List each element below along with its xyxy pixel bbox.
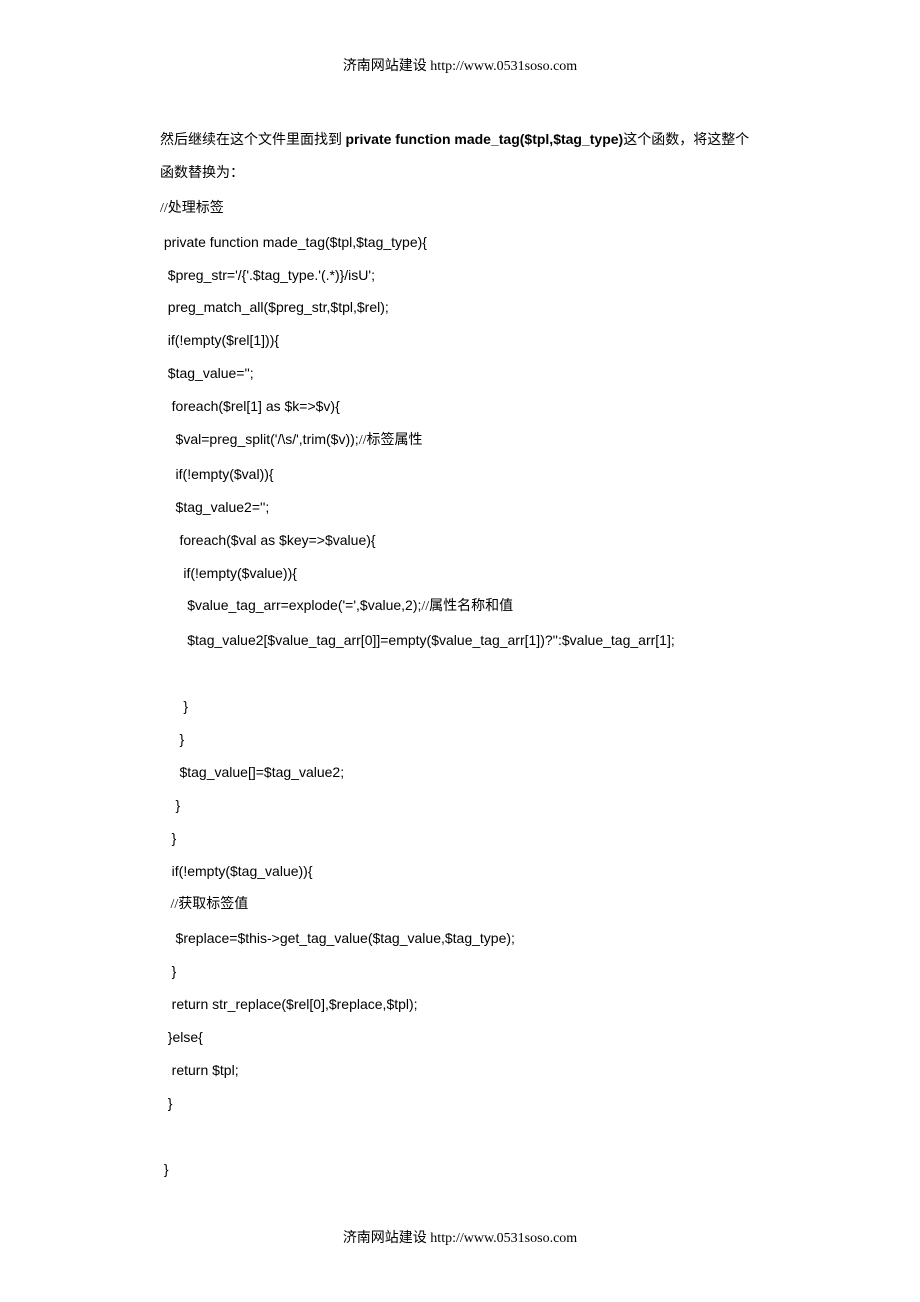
code-line: $tag_value2[$value_tag_arr[0]]=empty($va… [160,624,760,657]
code-line: foreach($rel[1] as $k=>$v){ [160,390,760,423]
code-line [160,657,760,690]
code-line: $val=preg_split('/\s/',trim($v));//标签属性 [160,423,760,458]
code-line: } [160,723,760,756]
code-line: if(!empty($val)){ [160,458,760,491]
code-line: $preg_str='/{'.$tag_type.'(.*)}/isU'; [160,259,760,292]
code-line [160,1120,760,1153]
code-line: preg_match_all($preg_str,$tpl,$rel); [160,291,760,324]
code-line: } [160,789,760,822]
intro-paragraph: 然后继续在这个文件里面找到 private function made_tag(… [160,123,760,191]
code-line: if(!empty($rel[1])){ [160,324,760,357]
intro-text-pre: 然后继续在这个文件里面找到 [160,133,346,148]
code-line: $tag_value2=''; [160,491,760,524]
code-line: private function made_tag($tpl,$tag_type… [160,226,760,259]
code-line: } [160,690,760,723]
comment-text: //属性名称和值 [421,599,513,614]
code-line: } [160,822,760,855]
code-line: $replace=$this->get_tag_value($tag_value… [160,922,760,955]
comment-text: //处理标签 [160,201,224,216]
code-line: }else{ [160,1021,760,1054]
code-text: $val=preg_split('/\s/',trim($v)); [160,431,359,447]
code-line: if(!empty($value)){ [160,557,760,590]
page-footer: 济南网站建设 http://www.0531soso.com [0,1227,920,1247]
code-line: return $tpl; [160,1054,760,1087]
document-page: 济南网站建设 http://www.0531soso.com 然后继续在这个文件… [0,0,920,1302]
code-text: $value_tag_arr=explode('=',$value,2); [160,597,421,613]
code-line: foreach($val as $key=>$value){ [160,524,760,557]
code-line: return str_replace($rel[0],$replace,$tpl… [160,988,760,1021]
document-body: 然后继续在这个文件里面找到 private function made_tag(… [0,123,920,1186]
comment-text: //标签属性 [359,433,423,448]
code-line: //处理标签 [160,191,760,226]
code-line: $tag_value=''; [160,357,760,390]
comment-text: //获取标签值 [160,897,248,912]
code-line: if(!empty($tag_value)){ [160,855,760,888]
page-header: 济南网站建设 http://www.0531soso.com [0,55,920,75]
code-line: //获取标签值 [160,887,760,922]
code-line: $value_tag_arr=explode('=',$value,2);//属… [160,589,760,624]
code-line: } [160,955,760,988]
code-line: } [160,1153,760,1186]
code-line: $tag_value[]=$tag_value2; [160,756,760,789]
code-line: } [160,1087,760,1120]
intro-bold-code: private function made_tag($tpl,$tag_type… [346,131,624,147]
